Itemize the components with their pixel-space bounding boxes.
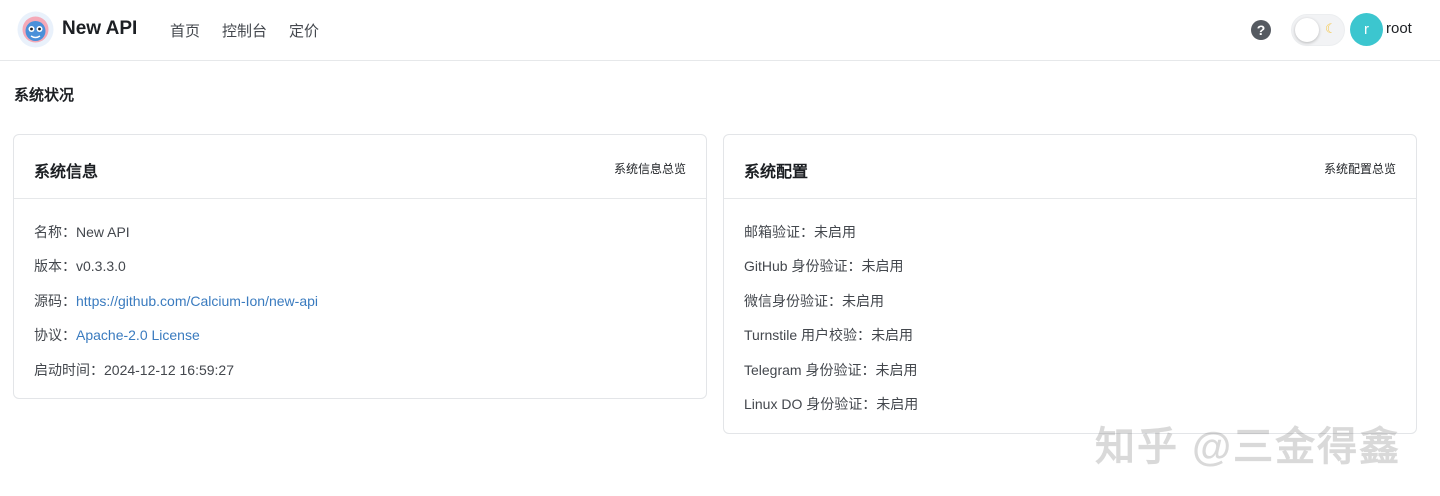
logo-icon[interactable]: [17, 11, 54, 48]
nav-console[interactable]: 控制台: [222, 20, 267, 41]
config-row-wechat: 微信身份验证：未启用: [744, 291, 884, 311]
row-label: 源码：: [34, 293, 76, 309]
row-value: 未启用: [875, 362, 918, 378]
row-label: 邮箱验证：: [744, 224, 814, 240]
source-link[interactable]: https://github.com/Calcium-Ion/new-api: [76, 293, 318, 309]
config-row-linuxdo: Linux DO 身份验证：未启用: [744, 394, 918, 414]
row-label: GitHub 身份验证：: [744, 258, 862, 274]
row-value: 未启用: [814, 224, 856, 240]
avatar[interactable]: r: [1350, 13, 1383, 46]
toggle-knob: [1295, 18, 1319, 42]
info-row-license: 协议：Apache-2.0 License: [34, 325, 200, 345]
card-header: 系统配置 系统配置总览: [724, 135, 1416, 199]
row-value: New API: [76, 224, 130, 240]
info-row-start-time: 启动时间：2024-12-12 16:59:27: [34, 360, 234, 380]
license-link[interactable]: Apache-2.0 License: [76, 327, 200, 343]
row-label: Turnstile 用户校验：: [744, 327, 872, 343]
info-row-version: 版本：v0.3.3.0: [34, 256, 126, 276]
card-title: 系统信息: [34, 164, 99, 181]
brand-name[interactable]: New API: [62, 18, 137, 40]
moon-icon: ☾: [1325, 21, 1337, 36]
top-header: New API 首页 控制台 定价 ? ☾ r root: [0, 0, 1440, 61]
system-info-card: 系统信息 系统信息总览 名称：New API 版本：v0.3.3.0 源码：ht…: [13, 134, 707, 399]
row-label: Linux DO 身份验证：: [744, 396, 877, 412]
row-value: 未启用: [842, 293, 884, 309]
row-value: 未启用: [871, 327, 914, 343]
row-value: 2024-12-12 16:59:27: [104, 362, 234, 378]
page-title: 系统状况: [14, 87, 75, 104]
row-label: 名称：: [34, 224, 76, 240]
nav-pricing[interactable]: 定价: [289, 20, 319, 41]
help-icon[interactable]: ?: [1251, 20, 1271, 40]
config-row-telegram: Telegram 身份验证：未启用: [744, 360, 917, 380]
card-title: 系统配置: [744, 164, 809, 181]
username[interactable]: root: [1386, 20, 1412, 37]
row-value: 未启用: [861, 258, 904, 274]
config-row-email: 邮箱验证：未启用: [744, 222, 856, 242]
row-value: 未启用: [876, 396, 919, 412]
config-row-github: GitHub 身份验证：未启用: [744, 256, 903, 276]
row-value: v0.3.3.0: [76, 258, 126, 274]
watermark: 知乎 @三金得鑫: [1095, 425, 1402, 469]
row-label: 版本：: [34, 258, 76, 274]
card-extra: 系统配置总览: [1323, 162, 1396, 176]
info-row-source: 源码：https://github.com/Calcium-Ion/new-ap…: [34, 291, 318, 311]
row-label: Telegram 身份验证：: [744, 362, 876, 378]
card-extra: 系统信息总览: [613, 162, 686, 176]
info-row-name: 名称：New API: [34, 222, 130, 242]
card-header: 系统信息 系统信息总览: [14, 135, 706, 199]
row-label: 启动时间：: [34, 362, 104, 378]
config-row-turnstile: Turnstile 用户校验：未启用: [744, 325, 913, 345]
row-label: 协议：: [34, 327, 76, 343]
system-config-card: 系统配置 系统配置总览 邮箱验证：未启用 GitHub 身份验证：未启用 微信身…: [723, 134, 1417, 434]
nav-home[interactable]: 首页: [170, 20, 200, 41]
row-label: 微信身份验证：: [744, 293, 842, 309]
theme-toggle[interactable]: ☾: [1291, 14, 1345, 46]
